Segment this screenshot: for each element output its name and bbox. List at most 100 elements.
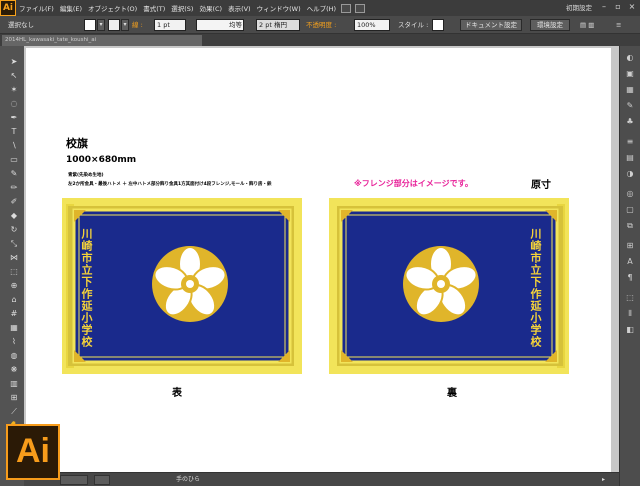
eyedropper-tool-icon[interactable]: ⌇ xyxy=(8,336,20,347)
minimize-icon[interactable]: – xyxy=(598,2,610,12)
gradient-panel-icon[interactable]: ▤ xyxy=(624,152,636,164)
brush-definition[interactable]: 2 pt 楕円 xyxy=(256,19,300,31)
bridge-icon[interactable] xyxy=(341,3,352,13)
close-icon[interactable]: × xyxy=(626,2,638,12)
transform-panel-icon[interactable]: ⬚ xyxy=(624,292,636,304)
mesh-tool-icon[interactable]: # xyxy=(8,308,20,319)
panel-menu-icon[interactable]: ≡ xyxy=(616,19,621,31)
type-tool-icon[interactable]: T xyxy=(8,126,20,137)
menu-edit[interactable]: 編集(E) xyxy=(57,3,85,13)
fill-dropdown-icon[interactable]: ▾ xyxy=(97,19,105,31)
color-panel-icon[interactable]: ◐ xyxy=(624,52,636,64)
right-panel-dock: ◐ ▣ ▦ ✎ ♣ ≡ ▤ ◑ ◎ ▢ ⧉ ⊞ A ¶ ⬚ ⫴ ◧ xyxy=(619,46,640,486)
menu-type[interactable]: 書式(T) xyxy=(140,3,168,13)
app-logo: Ai xyxy=(0,0,16,16)
symbols-panel-icon[interactable]: ♣ xyxy=(624,116,636,128)
color-guide-icon[interactable]: ▣ xyxy=(624,68,636,80)
brushes-panel-icon[interactable]: ✎ xyxy=(624,100,636,112)
front-label: 表 xyxy=(172,388,182,399)
stroke-dropdown-icon[interactable]: ▾ xyxy=(121,19,129,31)
rotate-tool-icon[interactable]: ↻ xyxy=(8,224,20,235)
stroke-label[interactable]: 線 : xyxy=(132,19,143,31)
style-label: スタイル : xyxy=(398,21,429,29)
selection-tool-icon[interactable]: ➤ xyxy=(8,56,20,67)
menu-bar: Ai ファイル(F) 編集(E) オブジェクト(O) 書式(T) 選択(S) 効… xyxy=(0,0,640,16)
school-name-back: 川崎市立下作延小学校 xyxy=(529,228,542,348)
layers-panel-icon[interactable]: ⧉ xyxy=(624,220,636,232)
artboard-tool-icon[interactable]: ⊞ xyxy=(8,392,20,403)
artboards-panel-icon[interactable]: ⊞ xyxy=(624,240,636,252)
arrange-documents-icon[interactable] xyxy=(355,3,366,13)
artwork-note-material: 青紫(先染め生地) xyxy=(68,173,104,178)
menu-view[interactable]: 表示(V) xyxy=(225,3,254,13)
scale-tool-icon[interactable]: ⤡ xyxy=(8,238,20,249)
character-panel-icon[interactable]: A xyxy=(624,256,636,268)
perspective-grid-tool-icon[interactable]: ⌂ xyxy=(8,294,20,305)
maximize-icon[interactable]: ▫ xyxy=(612,2,624,12)
appearance-panel-icon[interactable]: ◎ xyxy=(624,188,636,200)
cherry-blossom-emblem-back xyxy=(403,246,479,322)
selection-status: 選択なし xyxy=(8,21,34,29)
menu-select[interactable]: 選択(S) xyxy=(168,3,196,13)
gradient-tool-icon[interactable]: ▦ xyxy=(8,322,20,333)
zoom-field[interactable] xyxy=(60,475,88,485)
lasso-tool-icon[interactable]: ◌ xyxy=(8,98,20,109)
align-panel-icon[interactable]: ⫴ xyxy=(624,308,636,320)
paragraph-panel-icon[interactable]: ¶ xyxy=(624,272,636,284)
cherry-blossom-emblem-front xyxy=(152,246,228,322)
blob-brush-tool-icon[interactable]: ✐ xyxy=(8,196,20,207)
transparency-panel-icon[interactable]: ◑ xyxy=(624,168,636,180)
tools-panel: ➤ ↖ ✶ ◌ ✒ T ∖ ▭ ✎ ✏ ✐ ◆ ↻ ⤡ ⋈ ⬚ ⊕ ⌂ # ▦ … xyxy=(4,50,24,480)
flag-front[interactable] xyxy=(62,198,302,374)
status-bar: 手のひら ▸ xyxy=(24,472,619,486)
graphic-style-swatch[interactable] xyxy=(432,19,444,31)
swatches-panel-icon[interactable]: ▦ xyxy=(624,84,636,96)
flange-note: ※フレンジ部分はイメージです。 xyxy=(354,179,473,188)
canvas-area[interactable]: 校旗 1000×680mm 青紫(先染め生地) 左2か所金具・最後ハトメ ＋ 左… xyxy=(24,46,619,472)
pencil-tool-icon[interactable]: ✏ xyxy=(8,182,20,193)
control-bar: 選択なし ▾ ▾ 線 : 1 pt 均等 2 pt 楕円 不透明度 : 100%… xyxy=(0,16,640,34)
menu-window[interactable]: ウィンドウ(W) xyxy=(254,3,304,13)
status-menu-icon[interactable]: ▸ xyxy=(602,475,605,485)
artboard[interactable]: 校旗 1000×680mm 青紫(先染め生地) 左2か所金具・最後ハトメ ＋ 左… xyxy=(26,48,611,472)
illustrator-window: Ai ファイル(F) 編集(E) オブジェクト(O) 書式(T) 選択(S) 効… xyxy=(0,0,640,486)
line-tool-icon[interactable]: ∖ xyxy=(8,140,20,151)
opacity-field[interactable]: 100% xyxy=(354,19,390,31)
stroke-weight-field[interactable]: 1 pt xyxy=(154,19,186,31)
opacity-label[interactable]: 不透明度 : xyxy=(306,19,336,31)
slice-tool-icon[interactable]: ⟋ xyxy=(8,406,20,417)
direct-selection-tool-icon[interactable]: ↖ xyxy=(8,70,20,81)
blend-tool-icon[interactable]: ◍ xyxy=(8,350,20,361)
magic-wand-tool-icon[interactable]: ✶ xyxy=(8,84,20,95)
align-icon[interactable]: ▤ ▥ xyxy=(580,19,594,31)
graph-tool-icon[interactable]: ▥ xyxy=(8,378,20,389)
menu-effect[interactable]: 効果(C) xyxy=(196,3,225,13)
pen-tool-icon[interactable]: ✒ xyxy=(8,112,20,123)
menu-file[interactable]: ファイル(F) xyxy=(16,3,57,13)
profile-label: 均等 xyxy=(229,21,242,29)
illustrator-logo: Ai xyxy=(6,424,60,480)
menu-help[interactable]: ヘルプ(H) xyxy=(304,3,339,13)
symbol-sprayer-tool-icon[interactable]: ❋ xyxy=(8,364,20,375)
free-transform-tool-icon[interactable]: ⬚ xyxy=(8,266,20,277)
paintbrush-tool-icon[interactable]: ✎ xyxy=(8,168,20,179)
scale-label: 原寸 xyxy=(531,180,551,191)
menu-object[interactable]: オブジェクト(O) xyxy=(85,3,140,13)
variable-width-profile[interactable]: 均等 xyxy=(196,19,244,31)
document-setup-button[interactable]: ドキュメント設定 xyxy=(460,19,522,31)
width-tool-icon[interactable]: ⋈ xyxy=(8,252,20,263)
preferences-button[interactable]: 環境設定 xyxy=(530,19,570,31)
stroke-panel-icon[interactable]: ≡ xyxy=(624,136,636,148)
shape-builder-tool-icon[interactable]: ⊕ xyxy=(8,280,20,291)
rectangle-tool-icon[interactable]: ▭ xyxy=(8,154,20,165)
school-name-front: 川崎市立下作延小学校 xyxy=(80,228,93,348)
graphic-styles-icon[interactable]: ▢ xyxy=(624,204,636,216)
back-label: 裏 xyxy=(447,388,457,399)
eraser-tool-icon[interactable]: ◆ xyxy=(8,210,20,221)
artboard-nav-field[interactable] xyxy=(94,475,110,485)
document-tab[interactable]: 2014HL_kawasaki_tate_koushi_ai xyxy=(2,35,202,46)
pathfinder-panel-icon[interactable]: ◧ xyxy=(624,324,636,336)
fill-swatch[interactable] xyxy=(84,19,96,31)
stroke-swatch[interactable] xyxy=(108,19,120,31)
workspace-switcher[interactable]: 初期設定 xyxy=(566,2,592,12)
